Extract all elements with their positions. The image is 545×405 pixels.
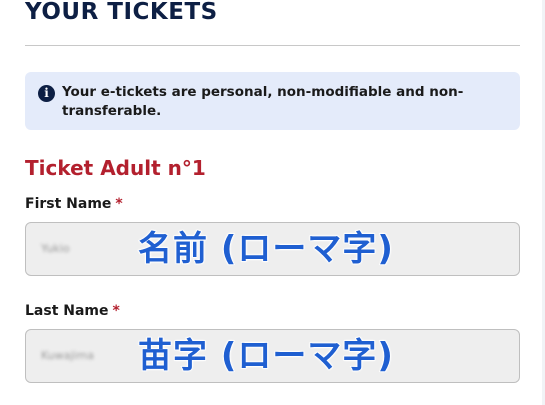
section-title: YOUR TICKETS — [25, 0, 218, 25]
last-name-field[interactable]: Kuwajima 苗字 (ローマ字) — [25, 329, 520, 383]
tickets-page: YOUR TICKETS i Your e-tickets are person… — [0, 0, 545, 405]
notice-text: Your e-tickets are personal, non-modifia… — [62, 84, 464, 119]
first-name-value: Yukio — [41, 242, 70, 255]
ticket-heading: Ticket Adult n°1 — [25, 156, 206, 180]
first-name-annotation: 名前 (ローマ字) — [137, 228, 394, 270]
last-name-label: Last Name * — [25, 301, 120, 321]
last-name-annotation: 苗字 (ローマ字) — [137, 335, 394, 377]
first-name-label: First Name * — [25, 194, 123, 214]
section-divider — [25, 45, 520, 46]
required-asterisk: * — [112, 303, 120, 319]
info-icon: i — [38, 85, 55, 102]
required-asterisk: * — [115, 196, 123, 212]
first-name-label-text: First Name — [25, 196, 112, 212]
last-name-value: Kuwajima — [41, 349, 94, 362]
info-notice: i Your e-tickets are personal, non-modif… — [25, 72, 520, 130]
last-name-label-text: Last Name — [25, 303, 109, 319]
first-name-field[interactable]: Yukio 名前 (ローマ字) — [25, 222, 520, 276]
